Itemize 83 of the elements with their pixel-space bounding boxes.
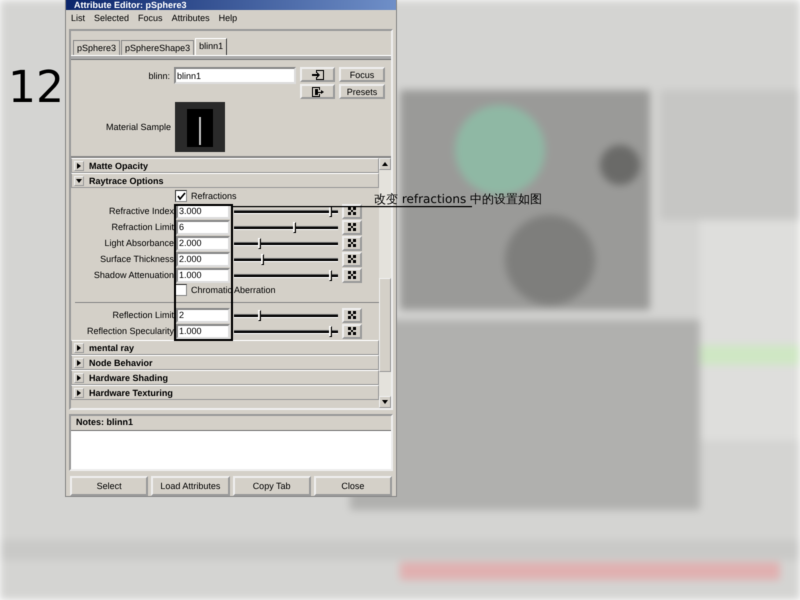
output-connection-button[interactable] [300, 84, 335, 99]
slider-thumb[interactable] [258, 310, 261, 320]
expand-arrow-icon[interactable] [74, 388, 84, 398]
side-button[interactable]: Presets [339, 84, 385, 99]
checker-icon [348, 239, 356, 247]
tab[interactable]: pSphereShape3 [121, 40, 194, 55]
attribute-label: Reflection Limit [111, 310, 174, 320]
dialog-button[interactable]: Select [70, 476, 148, 496]
material-sample-label: Material Sample [104, 122, 171, 132]
tab[interactable]: blinn1 [195, 38, 228, 55]
menu-item[interactable]: Focus [138, 13, 163, 23]
side-button[interactable]: Focus [339, 67, 385, 82]
dialog-button[interactable]: Load Attributes [151, 476, 230, 496]
annotation-text: 改变 refractions 中的设置如图 [374, 191, 542, 208]
notes-field[interactable] [71, 431, 391, 469]
checker-icon [348, 223, 356, 231]
checkbox-label: Refractions [191, 191, 237, 201]
checkbox-label: Chromatic Aberration [191, 285, 276, 295]
attribute-label: Refraction Limit [110, 222, 174, 232]
checkbox[interactable] [175, 284, 187, 296]
menu-item[interactable]: Selected [94, 13, 130, 23]
map-texture-button[interactable] [342, 268, 362, 282]
dialog-button[interactable]: Close [314, 476, 392, 496]
value-field[interactable]: 2 [176, 308, 230, 322]
slider[interactable] [234, 254, 338, 264]
arrow-into-box-icon [312, 70, 324, 80]
slider[interactable] [234, 326, 338, 336]
tab[interactable]: pSphere3 [73, 40, 120, 55]
slider[interactable] [234, 270, 338, 280]
slider-thumb[interactable] [292, 222, 296, 232]
section-header[interactable]: Raytrace Options [71, 173, 379, 188]
slider-thumb[interactable] [258, 238, 261, 248]
menu-item[interactable]: Help [218, 13, 238, 23]
material-swatch-drawing [175, 102, 225, 152]
value-field[interactable]: 1.000 [176, 268, 230, 282]
node-name-field[interactable]: blinn1 [174, 67, 296, 84]
map-texture-button[interactable] [342, 220, 362, 234]
menu-item[interactable]: Attributes [172, 13, 210, 23]
attribute-label: Light Absorbance [103, 238, 174, 248]
attribute-label: Shadow Attenuation [92, 270, 174, 280]
checker-icon [348, 207, 356, 215]
map-texture-button[interactable] [342, 308, 362, 322]
map-texture-button[interactable] [342, 324, 362, 338]
map-texture-button[interactable] [342, 204, 362, 218]
checker-icon [348, 327, 356, 335]
value-field[interactable]: 6 [176, 220, 230, 234]
checker-icon [348, 311, 356, 319]
expand-arrow-icon[interactable] [74, 358, 84, 368]
checker-icon [348, 255, 356, 263]
expand-arrow-icon[interactable] [74, 372, 84, 382]
collapse-arrow-icon[interactable] [74, 176, 84, 186]
slider-thumb[interactable] [329, 326, 332, 336]
menu-item[interactable]: List [71, 13, 86, 23]
value-field[interactable]: 2.000 [176, 236, 230, 250]
section-header[interactable]: Matte Opacity [71, 158, 379, 173]
slider[interactable] [234, 238, 338, 248]
section-header[interactable]: Hardware Shading [71, 370, 379, 385]
value-field[interactable]: 1.000 [176, 324, 230, 338]
slider[interactable] [234, 222, 338, 232]
checkbox[interactable] [175, 190, 187, 202]
section-header[interactable]: Hardware Texturing [71, 385, 379, 400]
attribute-label: Reflection Specularity [86, 326, 174, 336]
section-header[interactable]: mental ray [71, 340, 379, 355]
value-field[interactable]: 2.000 [176, 252, 230, 266]
map-texture-button[interactable] [342, 236, 362, 250]
dialog-button[interactable]: Copy Tab [232, 476, 311, 496]
expand-arrow-icon[interactable] [74, 160, 84, 170]
slider-thumb[interactable] [261, 254, 264, 264]
arrow-out-of-box-icon [312, 86, 324, 96]
window-title: Attribute Editor: pSphere3 [74, 0, 187, 10]
node-label: blinn: [147, 71, 170, 81]
checker-icon [348, 271, 356, 279]
attribute-label: Refractive Index [108, 206, 174, 216]
expand-arrow-icon[interactable] [74, 342, 84, 352]
slider[interactable] [234, 310, 338, 320]
input-connection-button[interactable] [300, 67, 335, 82]
slider-thumb[interactable] [329, 270, 332, 280]
step-number: 12 [8, 62, 64, 113]
slider-thumb[interactable] [329, 206, 332, 216]
attribute-label: Surface Thickness [99, 254, 174, 264]
slider[interactable] [234, 206, 338, 216]
section-header[interactable]: Node Behavior [71, 355, 379, 370]
map-texture-button[interactable] [342, 252, 362, 266]
